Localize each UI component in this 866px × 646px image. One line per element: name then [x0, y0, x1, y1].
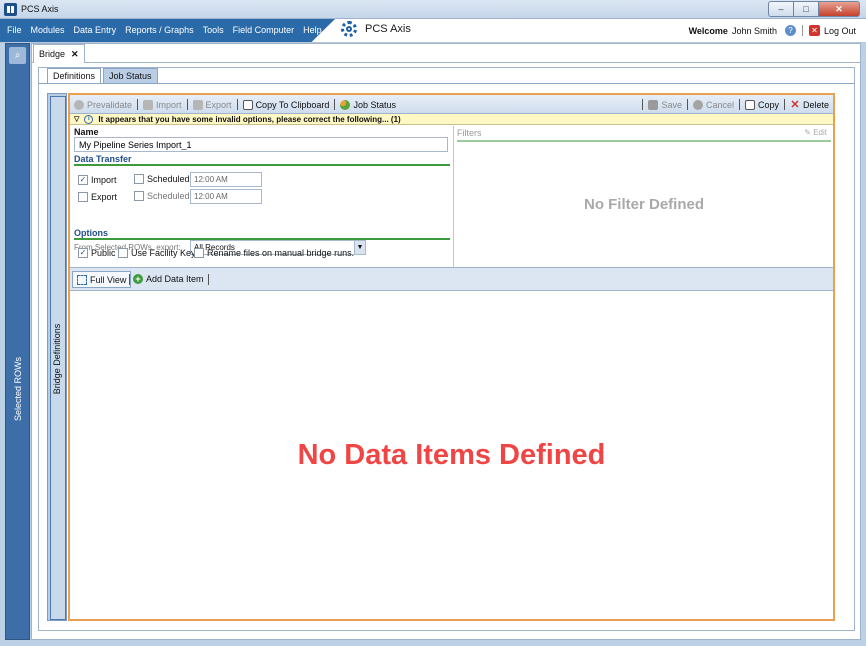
logout-icon[interactable]: ✕: [808, 25, 820, 36]
cancel-icon: [692, 99, 703, 110]
public-checkbox[interactable]: ✓ Public: [78, 248, 116, 258]
prevalidate-icon: [74, 99, 84, 110]
name-field[interactable]: [74, 137, 448, 152]
cancel-button[interactable]: Cancel: [692, 99, 734, 110]
job-status-icon: [340, 99, 351, 110]
pencil-icon: ✎: [804, 128, 811, 137]
close-tab-icon[interactable]: ✕: [71, 49, 79, 60]
bridge-definitions-label: Bridge Definitions: [52, 323, 62, 395]
brand: PCS Axis: [341, 21, 411, 37]
delete-icon: ✕: [790, 98, 800, 111]
app-logo-icon: [4, 3, 17, 16]
window-controls: – □ ✕: [768, 1, 860, 17]
export-icon: [192, 99, 203, 110]
subtabs: Definitions Job Status: [47, 68, 158, 83]
export-checkbox[interactable]: Export: [78, 192, 117, 202]
save-icon: [648, 99, 659, 110]
add-icon: +: [133, 274, 143, 284]
name-label: Name: [74, 127, 99, 137]
document-area: Bridge ✕ Definitions Job Status Bridge D…: [31, 43, 861, 640]
tab-bridge[interactable]: Bridge ✕: [33, 44, 85, 63]
copy-button[interactable]: Copy: [744, 99, 779, 110]
options-heading: Options: [74, 228, 450, 240]
maximize-button[interactable]: □: [793, 1, 819, 17]
job-status-button[interactable]: Job Status: [340, 99, 396, 110]
data-transfer-heading: Data Transfer: [74, 154, 450, 166]
rename-files-checkbox[interactable]: Rename files on manual bridge runs.: [194, 248, 354, 258]
add-data-item-button[interactable]: + Add Data Item: [133, 274, 204, 284]
title-bar: PCS Axis – □ ✕: [0, 0, 866, 19]
bridge-panel: Definitions Job Status Bridge Definition…: [38, 67, 855, 631]
info-icon: i: [84, 114, 94, 124]
public-check-icon: ✓: [78, 248, 88, 258]
user-name: John Smith: [731, 25, 777, 36]
help-icon[interactable]: ?: [784, 25, 796, 36]
import-icon: [143, 99, 154, 110]
selected-rows-dock[interactable]: ⌕ Selected ROWs: [5, 43, 30, 640]
menu-modules[interactable]: Modules: [31, 25, 65, 35]
filters-edit-button[interactable]: ✎ Edit: [804, 128, 827, 137]
filters-panel: Filters ✎ Edit No Filter Defined: [455, 126, 833, 267]
copy-icon: [744, 99, 755, 110]
definition-editor: Prevalidate Import Export Copy To Clipbo…: [68, 93, 835, 621]
validation-warning[interactable]: ▽ i It appears that you have some invali…: [70, 114, 833, 125]
menu-help[interactable]: Help: [303, 25, 322, 35]
no-data-items-message: No Data Items Defined: [297, 439, 606, 471]
import-time-field[interactable]: [190, 172, 262, 187]
import-checkbox[interactable]: ✓ Import: [78, 175, 117, 185]
import-check-icon: ✓: [78, 175, 88, 185]
menu-bar: File Modules Data Entry Reports / Graphs…: [0, 19, 866, 43]
window-title: PCS Axis: [21, 4, 59, 14]
export-time-field[interactable]: [190, 189, 262, 204]
definition-form: Name Data Transfer ✓ Import Scheduled Ex…: [70, 126, 454, 267]
minimize-button[interactable]: –: [768, 1, 794, 17]
use-facility-key-checkbox[interactable]: Use Facility Key: [118, 248, 196, 258]
menu-reports-graphs[interactable]: Reports / Graphs: [125, 25, 194, 35]
selected-rows-label: Selected ROWs: [12, 356, 23, 422]
chevron-down-icon[interactable]: ▼: [354, 241, 365, 254]
delete-button[interactable]: ✕ Delete: [790, 98, 829, 111]
data-items-toolbar: Full View + Add Data Item: [70, 267, 833, 291]
tab-job-status[interactable]: Job Status: [103, 68, 158, 83]
no-filter-message: No Filter Defined: [583, 196, 704, 213]
menu-tools[interactable]: Tools: [203, 25, 224, 35]
menu-data-entry[interactable]: Data Entry: [74, 25, 117, 35]
warning-text: It appears that you have some invalid op…: [98, 114, 401, 124]
export-button[interactable]: Export: [192, 99, 232, 110]
menu-items: File Modules Data Entry Reports / Graphs…: [7, 25, 322, 35]
definition-toolbar: Prevalidate Import Export Copy To Clipbo…: [70, 95, 833, 114]
bridge-definitions-strip[interactable]: Bridge Definitions: [47, 93, 67, 621]
save-button[interactable]: Save: [648, 99, 682, 110]
export-scheduled-checkbox[interactable]: Scheduled: [134, 191, 190, 201]
filters-heading: Filters ✎ Edit: [457, 128, 831, 142]
clipboard-icon: [242, 99, 253, 110]
menu-field-computer[interactable]: Field Computer: [233, 25, 295, 35]
welcome-label: Welcome: [688, 25, 728, 36]
collapse-toggle-icon[interactable]: ▽: [74, 115, 79, 123]
brand-name: PCS Axis: [365, 23, 411, 35]
tab-bridge-label: Bridge: [39, 49, 66, 59]
logout-link[interactable]: Log Out: [824, 26, 856, 36]
import-button[interactable]: Import: [143, 99, 182, 110]
tab-definitions[interactable]: Definitions: [47, 68, 102, 83]
menu-file[interactable]: File: [7, 25, 22, 35]
prevalidate-button[interactable]: Prevalidate: [74, 99, 132, 110]
document-tabstrip: Bridge ✕: [32, 44, 860, 63]
full-view-icon: [77, 274, 87, 285]
user-area: Welcome John Smith ? ✕ Log Out: [689, 25, 856, 36]
pcs-axis-logo-icon: [341, 21, 357, 37]
import-scheduled-checkbox[interactable]: Scheduled: [134, 174, 190, 184]
search-icon[interactable]: ⌕: [9, 47, 26, 64]
close-window-button[interactable]: ✕: [818, 1, 860, 17]
full-view-button[interactable]: Full View: [72, 271, 132, 288]
copy-to-clipboard-button[interactable]: Copy To Clipboard: [242, 99, 329, 110]
